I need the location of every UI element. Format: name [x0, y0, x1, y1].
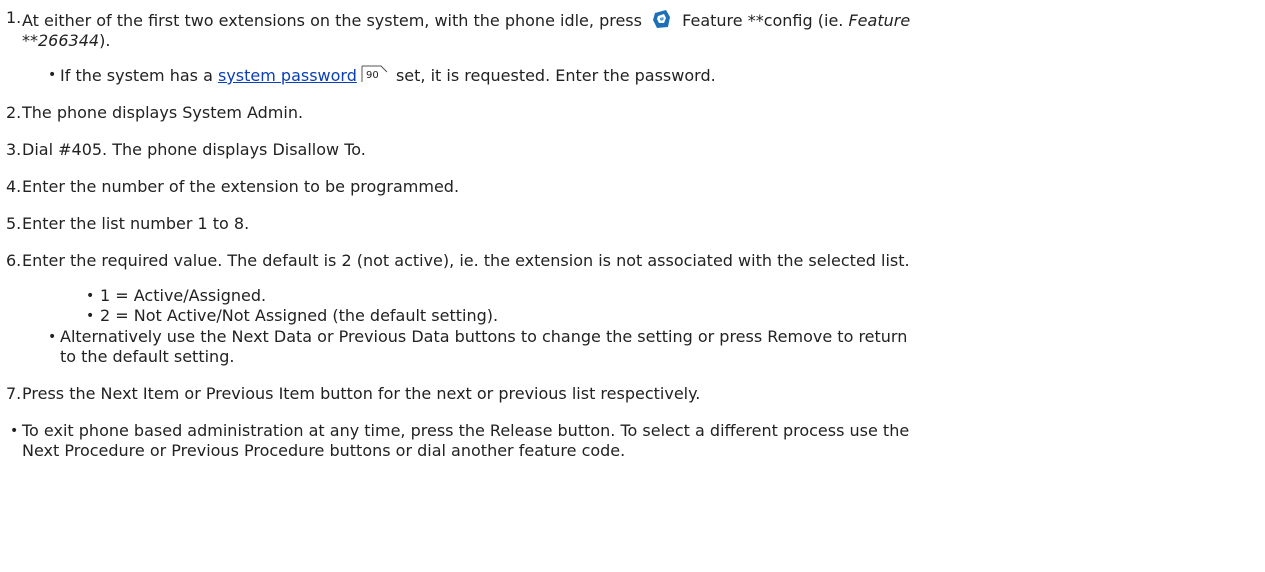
- step-number: 7.: [6, 384, 22, 403]
- step-number: 2.: [6, 103, 22, 122]
- bullet-text: set, it is requested. Enter the password…: [395, 66, 716, 85]
- feature-code: **266344: [22, 31, 100, 50]
- step-text: Dial #405. The phone displays Disallow T…: [22, 140, 366, 159]
- step-number: 6.: [6, 251, 22, 270]
- step-number: 3.: [6, 140, 22, 159]
- step-number: 4.: [6, 177, 22, 196]
- step-text: Press the Next Item or Previous Item but…: [22, 384, 701, 403]
- bullet-icon: •: [86, 288, 95, 304]
- bullet-icon: •: [48, 329, 57, 345]
- step-text: ).: [99, 31, 111, 50]
- bullet-text: 2 = Not Active/Not Assigned (the default…: [100, 306, 499, 325]
- bullet-text: Next Procedure or Previous Procedure but…: [22, 441, 626, 460]
- bullet-text: 1 = Active/Assigned.: [100, 286, 267, 305]
- feature-key-icon: [653, 10, 671, 28]
- step-text: The phone displays System Admin.: [22, 103, 304, 122]
- step-text: Enter the required value. The default is…: [22, 251, 910, 270]
- system-password-link[interactable]: system password: [218, 66, 357, 85]
- bullet-icon: •: [10, 423, 19, 439]
- bullet-text: to the default setting.: [60, 347, 235, 366]
- step-text: Enter the list number 1 to 8.: [22, 214, 250, 233]
- bullet-icon: •: [48, 67, 57, 83]
- step-number: 5.: [6, 214, 22, 233]
- step-text: Feature **config (ie.: [682, 11, 844, 30]
- step-text: Enter the number of the extension to be …: [22, 177, 460, 196]
- feature-code: Feature: [848, 11, 911, 30]
- page-reference: 90: [366, 70, 379, 81]
- procedure-page: 1. At either of the first two extensions…: [0, 0, 1265, 572]
- step-number: 1.: [6, 8, 22, 27]
- bullet-text: To exit phone based administration at an…: [22, 421, 910, 440]
- bullet-text: Alternatively use the Next Data or Previ…: [60, 327, 908, 346]
- step-text: At either of the first two extensions on…: [22, 11, 642, 30]
- page-reference-icon[interactable]: 90: [361, 65, 389, 83]
- bullet-text: If the system has a: [60, 66, 213, 85]
- bullet-icon: •: [86, 308, 95, 324]
